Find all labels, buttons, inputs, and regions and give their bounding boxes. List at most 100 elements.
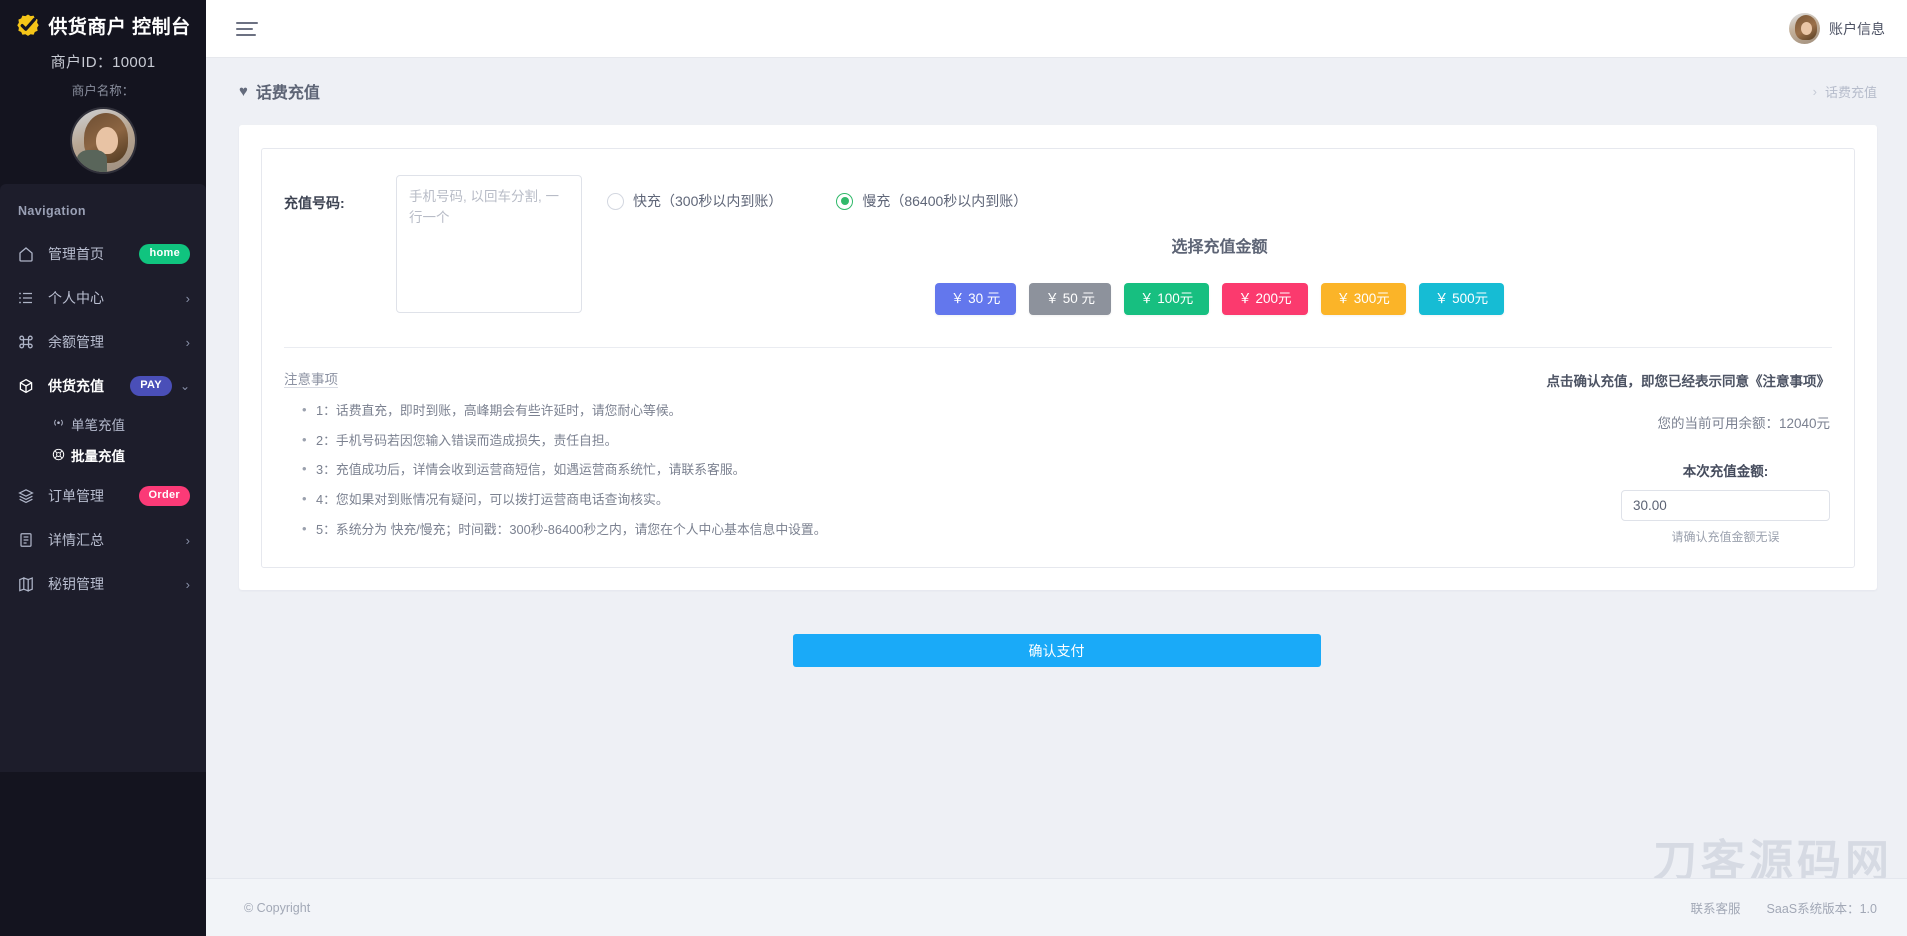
notes-section: 注意事项 1：话费直充，即时到账，高峰期会有些许延时，请您耐心等候。 2：手机号… <box>284 368 1182 545</box>
recharge-panel: 充值号码: 快充（300秒以内到账） 慢充（86400秒以内到账） <box>261 148 1855 568</box>
list-icon <box>18 290 40 306</box>
merchant-name: 商户名称： <box>0 80 206 99</box>
navigation-panel: Navigation 管理首页 home <box>0 184 206 772</box>
breadcrumb: › 话费充值 <box>1813 82 1877 101</box>
sidebar-item-balance[interactable]: 余额管理 › <box>0 320 206 364</box>
recharge-amount-input[interactable] <box>1621 490 1830 521</box>
sidebar-subitem-label: 单笔充值 <box>71 414 125 434</box>
sidebar-item-label: 管理首页 <box>40 244 139 264</box>
recharge-form-row: 充值号码: 快充（300秒以内到账） 慢充（86400秒以内到账） <box>284 175 1832 315</box>
chevron-right-icon: › <box>186 577 190 592</box>
list-item: 2：手机号码若因您输入错误而造成损失，责任自担。 <box>302 426 1182 456</box>
contact-support-link[interactable]: 联系客服 <box>1691 898 1741 917</box>
hamburger-icon[interactable] <box>236 18 258 40</box>
sidebar-item-label: 秘钥管理 <box>40 574 178 594</box>
main-content: 账户信息 ♥ 话费充值 › 话费充值 充值号码: <box>206 0 1907 936</box>
breadcrumb-current: 话费充值 <box>1825 82 1877 101</box>
sidebar-subitem-single-recharge[interactable]: 单笔充值 <box>0 408 206 439</box>
sidebar-avatar-wrap <box>0 109 206 172</box>
amount-button-50[interactable]: ￥ 50 元 <box>1029 283 1111 315</box>
sidebar-item-label: 余额管理 <box>40 332 178 352</box>
sidebar-subitem-label: 批量充值 <box>71 445 125 465</box>
top-bar: 账户信息 <box>206 0 1907 57</box>
command-icon <box>18 334 40 350</box>
section-divider <box>284 347 1832 348</box>
sidebar-subnav: 单笔充值 批量充值 <box>0 408 206 474</box>
badge-pay: PAY <box>130 376 172 395</box>
available-balance-text: 您的当前可用余额：12040元 <box>1182 412 1830 432</box>
gear-check-icon <box>15 13 41 39</box>
badge-order: Order <box>139 486 190 505</box>
radio-fast-recharge[interactable]: 快充（300秒以内到账） <box>607 191 782 211</box>
nav-heading: Navigation <box>0 198 206 232</box>
chevron-right-icon: › <box>186 291 190 306</box>
document-icon <box>18 532 40 548</box>
amount-section-title: 选择充值金额 <box>607 233 1832 257</box>
page-title-text: 话费充值 <box>256 79 320 103</box>
brand-title: 供货商户 控制台 <box>48 12 190 39</box>
page-header: ♥ 话费充值 › 话费充值 <box>206 57 1907 103</box>
lower-section: 注意事项 1：话费直充，即时到账，高峰期会有些许延时，请您耐心等候。 2：手机号… <box>284 368 1832 545</box>
speed-radio-group: 快充（300秒以内到账） 慢充（86400秒以内到账） <box>607 175 1832 211</box>
phone-numbers-input[interactable] <box>396 175 582 313</box>
radio-label: 快充（300秒以内到账） <box>633 191 782 211</box>
sidebar-item-label: 个人中心 <box>40 288 178 308</box>
amount-button-200[interactable]: ￥ 200元 <box>1222 283 1307 315</box>
merchant-id: 商户ID：10001 <box>0 51 206 72</box>
broadcast-icon <box>52 417 65 430</box>
sidebar-item-label: 供货充值 <box>40 376 130 396</box>
chevron-down-icon: ⌄ <box>180 379 190 393</box>
summary-section: 点击确认充值，即您已经表示同意《注意事项》 您的当前可用余额：12040元 本次… <box>1182 368 1832 545</box>
map-icon <box>18 576 40 592</box>
target-icon <box>52 448 65 461</box>
amount-button-300[interactable]: ￥ 300元 <box>1321 283 1406 315</box>
radio-slow-recharge[interactable]: 慢充（86400秒以内到账） <box>836 191 1027 211</box>
recharge-options-column: 快充（300秒以内到账） 慢充（86400秒以内到账） 选择充值金额 ￥ 30 … <box>582 175 1832 315</box>
account-info-button[interactable]: 账户信息 <box>1789 13 1885 44</box>
agreement-text: 点击确认充值，即您已经表示同意《注意事项》 <box>1182 370 1830 390</box>
breadcrumb-separator: › <box>1813 84 1817 99</box>
app-root: 供货商户 控制台 商户ID：10001 商户名称： Navigation 管理首… <box>0 0 1907 936</box>
recharge-card: 充值号码: 快充（300秒以内到账） 慢充（86400秒以内到账） <box>239 125 1877 590</box>
brand-header[interactable]: 供货商户 控制台 <box>0 0 206 39</box>
sidebar-item-personal-center[interactable]: 个人中心 › <box>0 276 206 320</box>
sidebar-item-key-management[interactable]: 秘钥管理 › <box>0 562 206 606</box>
chevron-right-icon: › <box>186 533 190 548</box>
sidebar-item-label: 订单管理 <box>40 486 139 506</box>
footer: © Copyright 联系客服 SaaS系统版本：1.0 <box>206 878 1907 936</box>
radio-circle-icon <box>607 193 624 210</box>
copyright-text: © Copyright <box>244 901 310 915</box>
system-version-text: SaaS系统版本：1.0 <box>1767 898 1877 917</box>
footer-links: 联系客服 SaaS系统版本：1.0 <box>1691 898 1877 917</box>
notes-list: 1：话费直充，即时到账，高峰期会有些许延时，请您耐心等候。 2：手机号码若因您输… <box>284 396 1182 544</box>
amount-button-30[interactable]: ￥ 30 元 <box>935 283 1017 315</box>
radio-circle-icon <box>836 193 853 210</box>
amount-button-100[interactable]: ￥ 100元 <box>1124 283 1209 315</box>
sidebar-item-orders[interactable]: 订单管理 Order <box>0 474 206 518</box>
notes-title: 注意事项 <box>284 368 1182 388</box>
page-title: ♥ 话费充值 <box>239 79 320 103</box>
list-item: 5：系统分为 快充/慢充；时间戳：300秒-86400秒之内，请您在个人中心基本… <box>302 515 1182 545</box>
sidebar-item-home[interactable]: 管理首页 home <box>0 232 206 276</box>
list-item: 4：您如果对到账情况有疑问，可以拨打运营商电话查询核实。 <box>302 485 1182 515</box>
heart-icon: ♥ <box>239 83 248 100</box>
amount-button-500[interactable]: ￥ 500元 <box>1419 283 1504 315</box>
badge-home: home <box>139 244 190 263</box>
sidebar-subitem-batch-recharge[interactable]: 批量充值 <box>0 439 206 470</box>
sidebar-item-supply-recharge[interactable]: 供货充值 PAY ⌄ <box>0 364 206 408</box>
layers-icon <box>18 488 40 504</box>
amount-button-list: ￥ 30 元 ￥ 50 元 ￥ 100元 ￥ 200元 ￥ 300元 ￥ 500… <box>607 283 1832 315</box>
sidebar: 供货商户 控制台 商户ID：10001 商户名称： Navigation 管理首… <box>0 0 206 936</box>
recharge-amount-hint: 请确认充值金额无误 <box>1621 528 1830 545</box>
avatar <box>1789 13 1820 44</box>
home-icon <box>18 246 40 262</box>
submit-area: 确认支付 <box>206 634 1907 667</box>
confirm-payment-button[interactable]: 确认支付 <box>793 634 1321 667</box>
phone-label: 充值号码: <box>284 175 396 213</box>
sidebar-item-details-summary[interactable]: 详情汇总 › <box>0 518 206 562</box>
recharge-amount-label: 本次充值金额: <box>1621 460 1830 480</box>
box-icon <box>18 378 40 394</box>
chevron-right-icon: › <box>186 335 190 350</box>
radio-label: 慢充（86400秒以内到账） <box>862 191 1027 211</box>
list-item: 1：话费直充，即时到账，高峰期会有些许延时，请您耐心等候。 <box>302 396 1182 426</box>
